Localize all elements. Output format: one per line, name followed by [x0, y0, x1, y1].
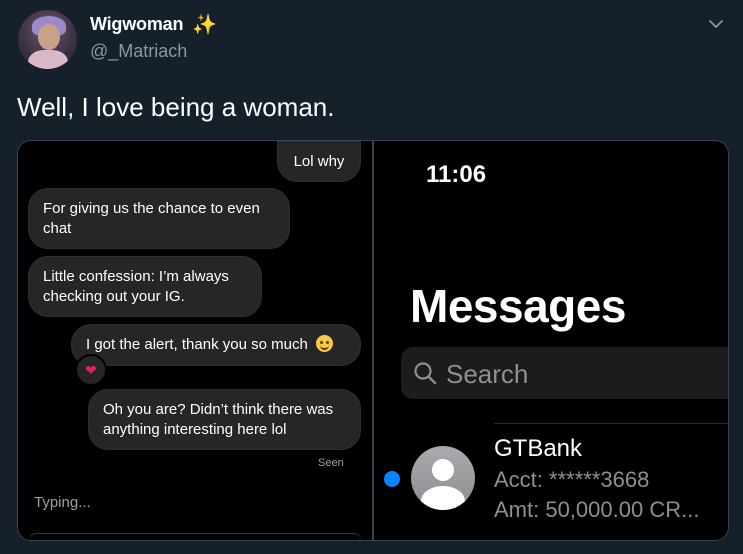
- message-bubble: Lol why: [277, 141, 361, 182]
- avatar-body: [28, 50, 68, 69]
- sparkles-icon: ✨: [192, 14, 217, 36]
- seen-indicator: Seen: [318, 457, 344, 469]
- conversation-preview-line1: Acct: ******3668: [494, 467, 650, 492]
- message-bubble: I got the alert, thank you so much: [71, 324, 361, 366]
- person-shoulders: [421, 486, 465, 510]
- message-bubble: Oh you are? Didn’t think there was anyth…: [88, 389, 361, 450]
- tweet-text: Well, I love being a woman.: [17, 92, 335, 122]
- avatar-face: [38, 24, 60, 50]
- heart-reaction-icon: ❤: [75, 354, 107, 386]
- display-name[interactable]: Wigwoman: [90, 14, 183, 35]
- message-bubble: For giving us the chance to even chat: [28, 188, 290, 249]
- person-head: [432, 459, 454, 481]
- composer-edge: [28, 533, 362, 540]
- ios-messages-screenshot: 11:06 Messages Search GTBank Acct: *****…: [374, 141, 728, 540]
- status-time: 11:06: [426, 161, 487, 188]
- user-handle[interactable]: @_Matriach: [90, 41, 187, 62]
- unread-dot-icon: [384, 471, 400, 487]
- conversation-preview-line2: Amt: 50,000.00 CR...: [494, 497, 700, 522]
- smiling-face-icon: [315, 335, 333, 352]
- message-bubble: Little confession: I’m always checking o…: [28, 256, 262, 317]
- chat-screenshot: Lol why For giving us the chance to even…: [18, 141, 372, 540]
- message-text: I got the alert, thank you so much: [86, 336, 308, 353]
- conversation-name: GTBank: [494, 435, 583, 462]
- chevron-down-icon[interactable]: [706, 14, 726, 34]
- search-placeholder: Search: [446, 359, 529, 389]
- search-icon: [414, 362, 437, 385]
- contact-avatar: [411, 446, 475, 510]
- separator: [494, 423, 728, 424]
- typing-indicator: Typing...: [34, 494, 91, 511]
- tweet-media[interactable]: Lol why For giving us the chance to even…: [17, 140, 729, 541]
- messages-title: Messages: [410, 280, 626, 332]
- search-bar: Search: [401, 347, 728, 399]
- avatar[interactable]: [18, 10, 77, 69]
